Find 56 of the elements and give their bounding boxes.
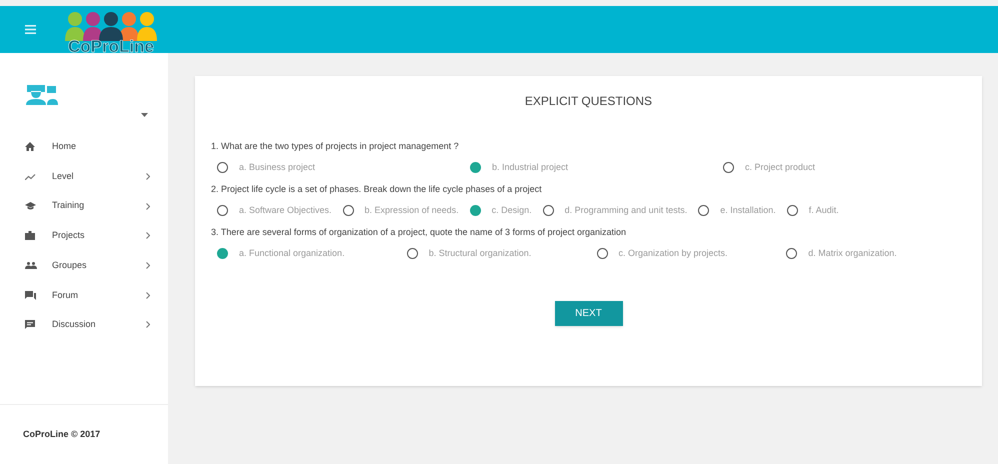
option-label: d. Matrix organization. [808,246,897,260]
radio-button[interactable] [217,162,228,173]
chat-icon [25,320,35,330]
option-label: b. Industrial project [492,160,568,174]
question-text: 1. What are the two types of projects in project management ? [211,140,460,153]
radio-button[interactable] [470,205,481,216]
radio-button[interactable] [217,248,228,259]
chevron-right-icon[interactable] [146,202,150,210]
radio-button[interactable] [786,248,798,259]
people-icon [25,262,37,270]
nav-item[interactable]: Discussion [52,318,146,332]
radio-button[interactable] [542,205,554,216]
quiz-title: EXPLICIT QUESTIONS [524,93,654,110]
option-label: a. Software Objectives. [239,204,332,217]
radio-button[interactable] [470,162,481,173]
chevron-right-icon[interactable] [146,262,150,270]
nav-item[interactable]: Forum [52,288,146,302]
nav-item[interactable]: Groupes [52,258,146,272]
briefcase-icon [25,231,35,240]
nav-item[interactable]: Level [52,170,146,184]
nav-item[interactable]: Projects [52,229,146,243]
option-label: b. Expression of needs. [364,204,459,217]
radio-button[interactable] [596,248,608,259]
option-label: c. Project product [745,160,816,174]
trend-line-icon [25,174,36,180]
forum-icon [25,290,36,300]
footer-text: CoProLine © 2017 [23,428,100,441]
people-logo-icon [65,11,157,41]
chevron-right-icon[interactable] [146,292,150,299]
home-icon [25,142,35,152]
radio-button[interactable] [698,205,710,216]
option-label: f. Audit. [808,204,839,217]
radio-button[interactable] [723,162,734,173]
logo-text: CoProLine [68,38,154,55]
option-label: c. Organization by projects. [618,246,728,260]
option-label: e. Installation. [720,204,776,217]
radio-button[interactable] [406,248,418,259]
student-icon [25,83,58,105]
caret-icon[interactable] [141,113,148,117]
radio-button[interactable] [786,205,798,216]
chevron-right-icon[interactable] [146,232,150,240]
option-label: b. Structural organization. [428,246,532,260]
graduation-cap-icon [25,202,36,210]
nav-item[interactable]: Home [52,140,150,154]
question-text: 2. Project life cycle is a set of phases. Break down the life cycle phases of a project [211,183,543,196]
option-label: a. Functional organization. [239,246,345,260]
option-label: d. Programming and unit tests. [564,204,688,217]
next-button[interactable]: NEXT [554,301,622,326]
chevron-right-icon[interactable] [146,321,150,328]
option-label: c. Design. [492,204,532,217]
question-text: 3. There are several forms of organization of a project, quote the name of 3 forms of project organization [211,226,628,239]
radio-button[interactable] [217,205,228,216]
radio-button[interactable] [342,205,354,216]
nav-item[interactable]: Training [52,199,146,213]
chevron-right-icon[interactable] [146,173,150,180]
option-label: a. Business project [239,160,316,174]
